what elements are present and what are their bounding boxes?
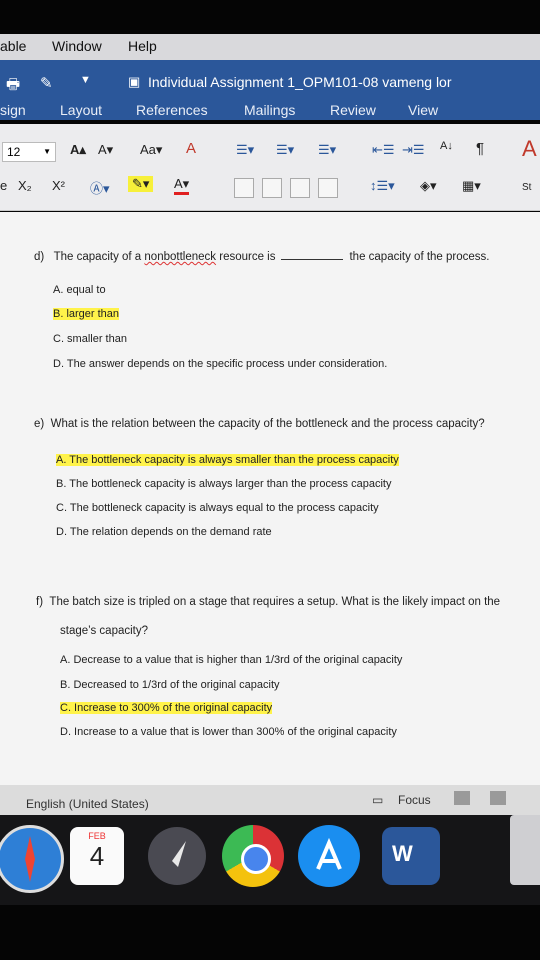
word-doc-icon: ▣ [128,74,141,89]
spelling-error: nonbottleneck [144,251,217,263]
numbering-icon[interactable]: ☰▾ [276,142,294,158]
option-f-a: A. Decrease to a value that is higher th… [60,654,403,666]
language-status[interactable]: English (United States) [26,797,149,811]
shrink-font-icon[interactable]: A▾ [98,142,113,158]
align-right-icon[interactable] [290,178,310,198]
ribbon-toolbar: 12 ▼ A▴ A▾ Aa▾ A ☰▾ ☰▾ ☰▾ ⇤☰ ⇥☰ A↓ ¶ A e … [0,124,540,211]
option-e-d: D. The relation depends on the demand ra… [56,526,272,538]
subscript-button[interactable]: X₂ [18,178,32,193]
edit-icon[interactable]: ✎ [40,74,53,92]
increase-indent-icon[interactable]: ⇥☰ [402,142,425,158]
option-f-c-highlighted: C. Increase to 300% of the original capa… [60,702,273,714]
text-effects-icon[interactable]: Ⓐ▾ [90,178,110,197]
tab-layout[interactable]: Layout [60,102,102,118]
launchpad-rocket-icon[interactable] [148,827,206,885]
option-e-a-highlighted: A. The bottleneck capacity is always sma… [56,454,399,466]
chrome-icon[interactable] [222,825,284,887]
tab-mailings[interactable]: Mailings [244,102,295,118]
option-d-a: A. equal to [53,284,106,296]
option-f-b: B. Decreased to 1/3rd of the original ca… [60,679,280,691]
option-d-c: C. smaller than [53,333,127,345]
styles-label: St [522,182,532,193]
tab-view[interactable]: View [408,102,438,118]
menu-item-window[interactable]: Window [52,38,102,54]
sort-icon[interactable]: A↓ [440,140,453,152]
styles-icon[interactable]: A [522,136,537,162]
print-layout-icon[interactable] [454,791,470,805]
align-center-icon[interactable] [262,178,282,198]
focus-icon[interactable]: ▭ [372,793,383,807]
calendar-month: FEB [88,831,106,841]
justify-icon[interactable] [318,178,338,198]
trash-icon[interactable] [510,815,540,885]
superscript-button[interactable]: X² [52,178,65,193]
mac-menu-bar: able Window Help [0,34,540,60]
menu-item-help[interactable]: Help [128,38,157,54]
strikethrough-icon[interactable]: e [0,178,7,193]
option-f-d: D. Increase to a value that is lower tha… [60,726,397,738]
highlight-icon[interactable]: ✎▾ [128,176,154,192]
tab-references[interactable]: References [136,102,208,118]
line-spacing-icon[interactable]: ↕☰▾ [370,178,395,194]
pilcrow-icon[interactable]: ¶ [476,140,484,157]
shading-icon[interactable]: ◈▾ [420,178,437,194]
document-page[interactable]: d) The capacity of a nonbottleneck resou… [0,212,540,785]
decrease-indent-icon[interactable]: ⇤☰ [372,142,395,158]
option-d-b-highlighted: B. larger than [53,308,120,320]
grow-font-icon[interactable]: A▴ [70,142,86,158]
calendar-icon[interactable]: FEB 4 [70,827,124,885]
answer-blank [281,249,344,260]
calendar-day: 4 [89,841,105,871]
document-title: Individual Assignment 1_OPM101-08 vameng… [148,74,452,90]
font-size-select[interactable]: 12 ▼ [2,142,56,162]
menu-item-table[interactable]: able [0,38,26,54]
question-e: e) What is the relation between the capa… [34,418,485,430]
clear-formatting-icon[interactable]: A [186,140,196,157]
chevron-down-icon[interactable]: ▼ [80,74,91,86]
align-left-icon[interactable] [234,178,254,198]
tab-review[interactable]: Review [330,102,376,118]
option-e-c: C. The bottleneck capacity is always equ… [56,502,379,514]
option-e-b: B. The bottleneck capacity is always lar… [56,478,392,490]
question-f: f) The batch size is tripled on a stage … [36,596,501,608]
word-app-icon[interactable]: W [382,827,440,885]
mac-dock: FEB 4 W [0,815,540,905]
tab-design[interactable]: sign [0,102,26,118]
multilevel-list-icon[interactable]: ☰▾ [318,142,336,158]
print-icon[interactable]: 🖶 [6,74,20,99]
font-color-icon[interactable]: A▾ [174,176,190,195]
bullets-icon[interactable]: ☰▾ [236,142,254,158]
safari-icon[interactable] [0,825,64,893]
change-case-icon[interactable]: Aa▾ [140,142,162,158]
question-f-line2: stage’s capacity? [60,625,149,637]
word-title-bar: 🖶 ✎ ▼ ▣ Individual Assignment 1_OPM101-0… [0,60,540,120]
focus-button[interactable]: Focus [398,793,431,807]
question-d: d) The capacity of a nonbottleneck resou… [34,249,490,263]
option-d-d: D. The answer depends on the specific pr… [53,358,388,370]
borders-icon[interactable]: ▦▾ [462,178,481,194]
web-layout-icon[interactable] [490,791,506,805]
status-bar: English (United States) ▭ Focus [0,785,540,815]
app-store-icon[interactable] [298,825,360,887]
